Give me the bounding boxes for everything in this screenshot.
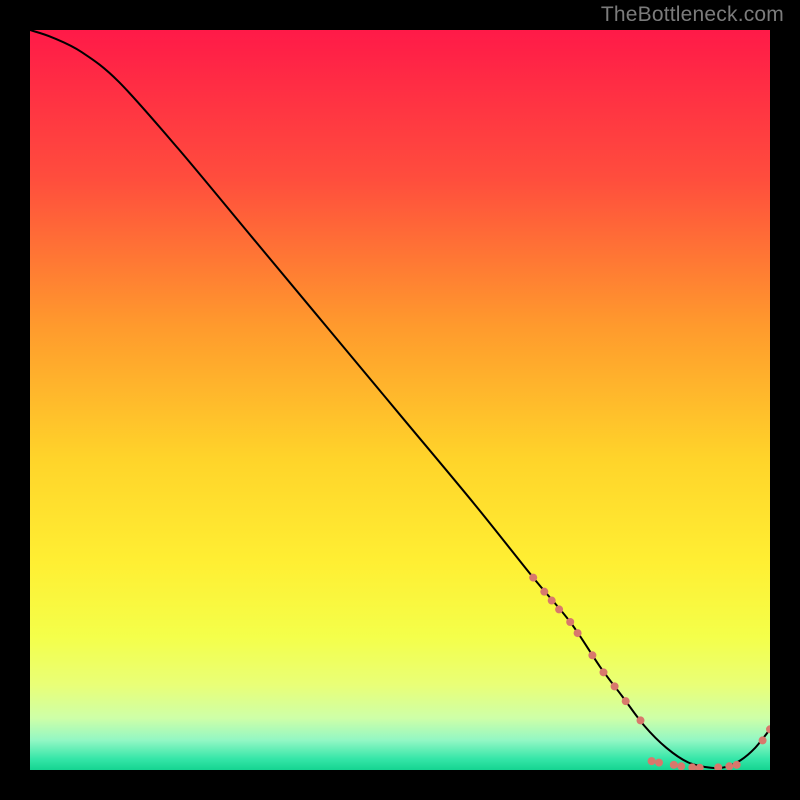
data-point: [548, 597, 556, 605]
data-point: [677, 762, 685, 770]
data-point: [600, 668, 608, 676]
data-point: [670, 761, 678, 769]
chart-svg: [30, 30, 770, 770]
data-point: [622, 697, 630, 705]
data-point: [529, 574, 537, 582]
data-point: [540, 588, 548, 596]
data-point: [588, 651, 596, 659]
data-point: [566, 618, 574, 626]
data-point: [611, 682, 619, 690]
data-point: [555, 605, 563, 613]
data-point: [648, 757, 656, 765]
watermark-text: TheBottleneck.com: [601, 3, 784, 27]
chart-background: [30, 30, 770, 770]
data-point: [725, 762, 733, 770]
chart-plot: [30, 30, 770, 770]
data-point: [574, 629, 582, 637]
data-point: [733, 761, 741, 769]
data-point: [759, 736, 767, 744]
chart-frame: TheBottleneck.com: [0, 0, 800, 800]
data-point: [655, 759, 663, 767]
data-point: [637, 716, 645, 724]
